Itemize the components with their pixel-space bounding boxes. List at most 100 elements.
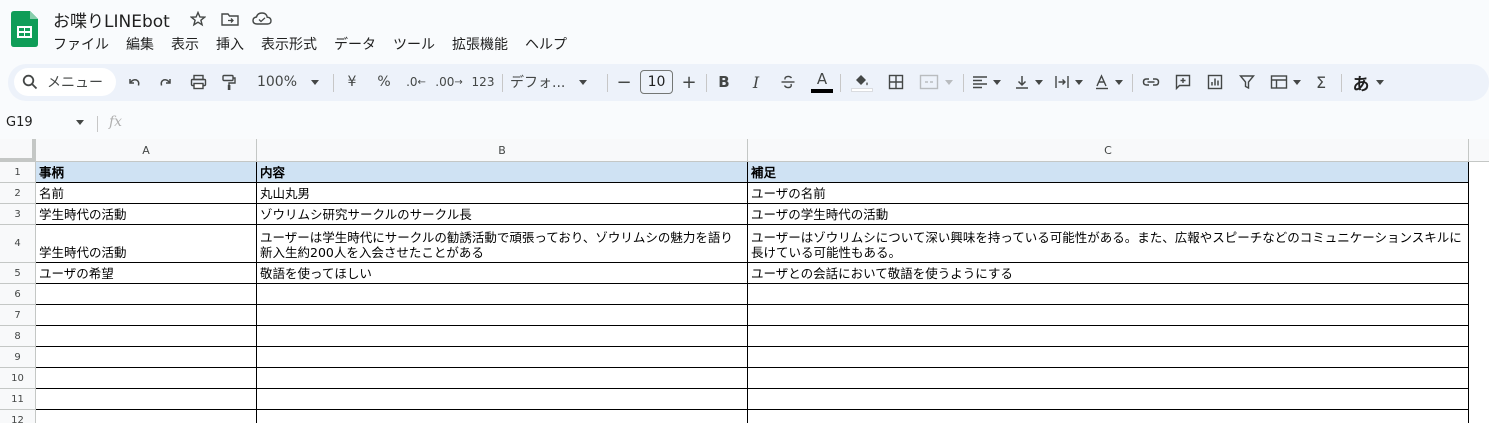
row-header[interactable]: 7	[0, 305, 36, 326]
cell-a4[interactable]: 学生時代の活動	[36, 225, 257, 263]
strikethrough-icon[interactable]	[778, 69, 798, 95]
menu-format[interactable]: 表示形式	[261, 34, 325, 54]
select-all-corner[interactable]	[0, 139, 36, 162]
row-header[interactable]: 5	[0, 263, 36, 284]
font-select[interactable]: デフォ...	[510, 69, 596, 95]
cell-c3[interactable]: ユーザの学生時代の活動	[748, 204, 1469, 225]
document-title[interactable]: お喋りLINEbot	[53, 7, 170, 32]
sheets-logo-icon[interactable]	[11, 11, 38, 47]
fill-color-icon[interactable]	[850, 69, 874, 95]
text-color-button[interactable]: A	[810, 69, 834, 95]
menu-edit[interactable]: 編集	[126, 34, 162, 54]
empty-cell[interactable]	[257, 389, 748, 410]
menu-file[interactable]: ファイル	[53, 34, 117, 54]
redo-icon[interactable]	[156, 69, 176, 95]
menu-view[interactable]: 表示	[171, 34, 207, 54]
insert-chart-icon[interactable]	[1205, 69, 1225, 95]
menu-help[interactable]: ヘルプ	[525, 34, 575, 54]
empty-cell[interactable]	[257, 305, 748, 326]
row-header[interactable]: 3	[0, 204, 36, 225]
empty-cell[interactable]	[748, 368, 1469, 389]
input-tools-button[interactable]: あ	[1350, 69, 1386, 95]
column-header-c[interactable]: C	[748, 139, 1469, 162]
bold-button[interactable]: B	[714, 69, 734, 95]
zoom-select[interactable]: 100%	[252, 69, 324, 95]
text-rotation-icon[interactable]	[1090, 69, 1126, 95]
cell-c5[interactable]: ユーザとの会話において敬語を使うようにする	[748, 263, 1469, 284]
paint-format-icon[interactable]	[219, 69, 239, 95]
horizontal-align-icon[interactable]	[968, 69, 1004, 95]
row-header[interactable]: 10	[0, 368, 36, 389]
cell-b5[interactable]: 敬語を使ってほしい	[257, 263, 748, 284]
more-formats-button[interactable]: 123	[471, 69, 495, 95]
cell-b3[interactable]: ゾウリムシ研究サークルのサークル長	[257, 204, 748, 225]
row-header[interactable]: 6	[0, 284, 36, 305]
cell-a2[interactable]: 名前	[36, 183, 257, 204]
row-header[interactable]: 9	[0, 347, 36, 368]
menu-extensions[interactable]: 拡張機能	[452, 34, 516, 54]
text-wrapping-icon[interactable]	[1050, 69, 1086, 95]
filter-icon[interactable]	[1237, 69, 1257, 95]
decrease-font-size-icon[interactable]: −	[614, 69, 634, 95]
borders-icon[interactable]	[886, 69, 906, 95]
currency-format-button[interactable]: ¥	[342, 69, 362, 95]
empty-cell[interactable]	[257, 368, 748, 389]
column-header-b[interactable]: B	[257, 139, 748, 162]
row-header[interactable]: 12	[0, 410, 36, 423]
cell-c1[interactable]: 補足	[748, 162, 1469, 183]
cell-b4[interactable]: ユーザーは学生時代にサークルの勧誘活動で頑張っており、ゾウリムシの魅力を語り新入…	[257, 225, 748, 263]
empty-cell[interactable]	[257, 410, 748, 423]
name-box[interactable]: G19	[6, 115, 33, 130]
row-header[interactable]: 11	[0, 389, 36, 410]
empty-cell[interactable]	[36, 284, 257, 305]
percent-format-button[interactable]: %	[374, 69, 394, 95]
move-folder-icon[interactable]	[220, 10, 240, 28]
empty-cell[interactable]	[36, 347, 257, 368]
empty-cell[interactable]	[257, 347, 748, 368]
row-header[interactable]: 1	[0, 162, 36, 183]
cell-c4[interactable]: ユーザーはゾウリムシについて深い興味を持っている可能性がある。また、広報やスピー…	[748, 225, 1469, 263]
cell-a5[interactable]: ユーザの希望	[36, 263, 257, 284]
star-icon[interactable]	[188, 10, 208, 28]
menu-tools[interactable]: ツール	[393, 34, 443, 54]
formula-input[interactable]	[130, 112, 1480, 134]
empty-cell[interactable]	[748, 284, 1469, 305]
filter-views-icon[interactable]	[1267, 69, 1303, 95]
column-header-a[interactable]: A	[36, 139, 257, 162]
empty-cell[interactable]	[36, 326, 257, 347]
empty-cell[interactable]	[748, 326, 1469, 347]
undo-icon[interactable]	[124, 69, 144, 95]
vertical-align-icon[interactable]	[1010, 69, 1046, 95]
cell-a1[interactable]: 事柄	[36, 162, 257, 183]
menu-data[interactable]: データ	[334, 34, 384, 54]
italic-button[interactable]: I	[746, 69, 766, 95]
empty-cell[interactable]	[748, 410, 1469, 423]
empty-cell[interactable]	[36, 389, 257, 410]
functions-icon[interactable]: Σ	[1311, 69, 1331, 95]
empty-cell[interactable]	[36, 410, 257, 423]
row-header[interactable]: 4	[0, 225, 36, 263]
empty-cell[interactable]	[257, 326, 748, 347]
cell-b1[interactable]: 内容	[257, 162, 748, 183]
menu-search[interactable]: メニュー	[14, 68, 116, 96]
empty-cell[interactable]	[36, 305, 257, 326]
increase-decimal-button[interactable]: .00 →	[435, 69, 462, 95]
empty-cell[interactable]	[748, 389, 1469, 410]
insert-link-icon[interactable]	[1141, 69, 1161, 95]
font-size-input[interactable]: 10	[640, 70, 673, 94]
empty-cell[interactable]	[36, 368, 257, 389]
empty-cell[interactable]	[748, 347, 1469, 368]
merge-cells-icon[interactable]	[916, 69, 956, 95]
print-icon[interactable]	[188, 69, 208, 95]
cell-a3[interactable]: 学生時代の活動	[36, 204, 257, 225]
decrease-decimal-button[interactable]: .0 ←	[404, 69, 428, 95]
increase-font-size-icon[interactable]: +	[679, 69, 699, 95]
insert-comment-icon[interactable]	[1173, 69, 1193, 95]
menu-insert[interactable]: 挿入	[216, 34, 252, 54]
empty-cell[interactable]	[748, 305, 1469, 326]
row-header[interactable]: 2	[0, 183, 36, 204]
cloud-saved-icon[interactable]	[252, 10, 272, 28]
row-header[interactable]: 8	[0, 326, 36, 347]
empty-cell[interactable]	[257, 284, 748, 305]
cell-c2[interactable]: ユーザの名前	[748, 183, 1469, 204]
